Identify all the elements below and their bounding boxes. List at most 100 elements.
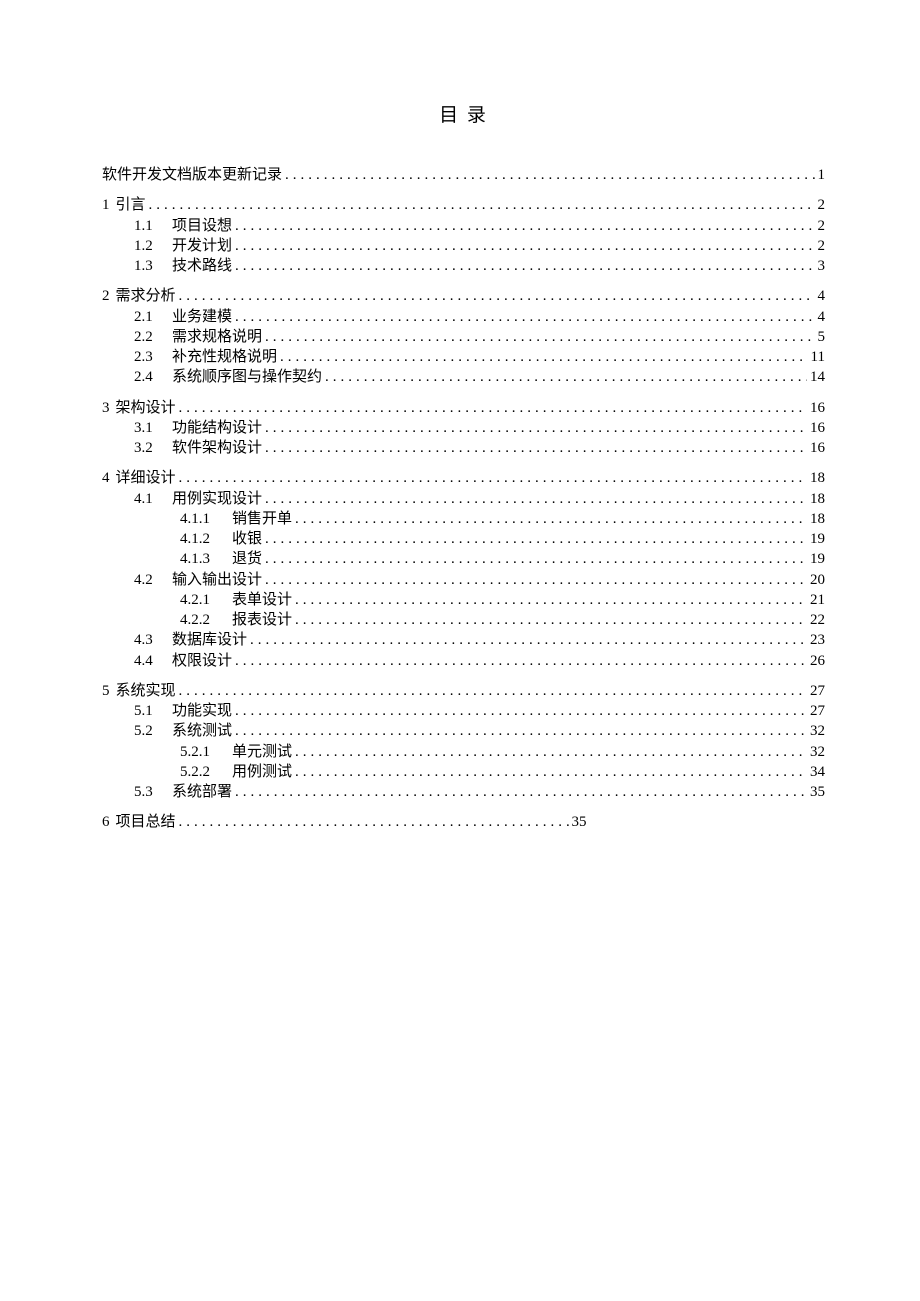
toc-entry-text: 功能结构设计: [172, 420, 262, 436]
toc-entry-page: 35: [810, 782, 825, 802]
toc-entry-label: 4.4权限设计: [134, 651, 232, 671]
toc-entry-text: 用例测试: [232, 764, 292, 780]
toc-group: 6项目总结35: [102, 812, 825, 832]
toc-entry: 4.2.2报表设计22: [102, 610, 825, 630]
toc-entry: 5.1功能实现 27: [102, 701, 825, 721]
toc-entry-page: 2: [818, 236, 826, 256]
toc-entry: 6项目总结35: [102, 812, 825, 832]
toc-leader-dots: [325, 367, 807, 387]
toc-entry-page: 2: [818, 216, 826, 236]
toc-leader-dots: [179, 681, 807, 701]
toc-entry-text: 权限设计: [172, 653, 232, 669]
toc-leader-dots: [235, 651, 807, 671]
toc-entry-page: 11: [811, 347, 825, 367]
toc-entry: 1.3技术路线3: [102, 256, 825, 276]
toc-entry-text: 功能实现: [172, 703, 232, 719]
toc-entry: 2.2需求规格说明5: [102, 327, 825, 347]
toc-entry: 2.1业务建模 4: [102, 307, 825, 327]
toc-entry-number: 5.1: [134, 701, 172, 721]
toc-entry-number: 2: [102, 286, 110, 306]
toc-group: 5系统实现275.1功能实现275.2系统测试325.2.1单元测试325.2.…: [102, 681, 825, 803]
toc-entry-page: 16: [810, 438, 825, 458]
toc-entry-text: 业务建模: [172, 309, 232, 325]
toc-entry-label: 6项目总结: [102, 812, 176, 832]
toc-leader-dots: [295, 610, 807, 630]
toc-entry-label: 4.1.2收银: [180, 529, 262, 549]
toc-entry-page: 4: [818, 307, 826, 327]
toc-entry-text: 项目设想: [172, 218, 232, 234]
toc-entry-label: 4 详细设计: [102, 468, 176, 488]
toc-entry-number: 4.1.3: [180, 549, 232, 569]
toc-entry-page: 19: [810, 549, 825, 569]
toc-entry-page: 23: [810, 630, 825, 650]
toc-entry-label: 5.1功能实现: [134, 701, 232, 721]
toc-entry-text: 输入输出设计: [172, 572, 262, 588]
toc-entry-page: 16: [810, 418, 825, 438]
toc-entry-label: 3.2软件架构设计: [134, 438, 262, 458]
toc-entry-label: 2 需求分析: [102, 286, 176, 306]
toc-entry-page: 32: [810, 721, 825, 741]
toc-entry-text: 系统测试: [172, 723, 232, 739]
toc-entry-number: 3.2: [134, 438, 172, 458]
toc-entry-page: 18: [810, 509, 825, 529]
toc-entry-number: 5.2: [134, 721, 172, 741]
toc-leader-dots: [235, 307, 814, 327]
toc-entry-text: 详细设计: [116, 470, 176, 486]
toc-entry-page: 27: [810, 701, 825, 721]
toc-entry: 3.2软件架构设计 16: [102, 438, 825, 458]
toc-leader-dots: [265, 549, 807, 569]
toc-entry-number: 3.1: [134, 418, 172, 438]
toc-group: 3架构设计 16 3.1功能结构设计 16 3.2软件架构设计 16: [102, 398, 825, 459]
toc-entry: 5.2系统测试 32: [102, 721, 825, 741]
toc-entry-number: 1.2: [134, 236, 172, 256]
toc-entry-text: 表单设计: [232, 592, 292, 608]
toc-entry-label: 3架构设计: [102, 398, 176, 418]
toc-entry: 4.4权限设计26: [102, 651, 825, 671]
toc-leader-dots: [265, 489, 807, 509]
toc-entry-number: 4.4: [134, 651, 172, 671]
toc-entry-text: 项目总结: [116, 814, 176, 830]
toc-entry: 3架构设计 16: [102, 398, 825, 418]
toc-leader-dots: [265, 529, 807, 549]
toc-leader-dots: [149, 195, 815, 215]
toc-leader-dots: [179, 286, 815, 306]
toc-entry-text: 退货: [232, 551, 262, 567]
toc-entry-label: 4.1.1销售开单: [180, 509, 292, 529]
toc-entry: 2 需求分析 4: [102, 286, 825, 306]
toc-group: 4详细设计184.1用例实现设计184.1.1销售开单184.1.2收银194.…: [102, 468, 825, 671]
toc-entry-text: 需求分析: [116, 288, 176, 304]
toc-entry-page: 20: [810, 570, 825, 590]
toc-entry-number: 5.3: [134, 782, 172, 802]
toc-entry: 1.2开发计划 2: [102, 236, 825, 256]
toc-entry-number: 2.3: [134, 347, 172, 367]
toc-entry-text: 系统部署: [172, 784, 232, 800]
toc-entry-text: 开发计划: [172, 238, 232, 254]
toc-leader-dots: [179, 468, 807, 488]
toc-leader-dots: [250, 630, 807, 650]
toc-entry: 3.1功能结构设计 16: [102, 418, 825, 438]
toc-group: 2需求分析42.1业务建模42.2需求规格说明52.3补充性规格说明112.4系…: [102, 286, 825, 387]
toc-leader-dots: [235, 236, 814, 256]
toc-entry-label: 4.2.2报表设计: [180, 610, 292, 630]
toc-title: 目 录: [102, 100, 825, 127]
toc-entry: 5系统实现27: [102, 681, 825, 701]
toc-entry-label: 1.3技术路线: [134, 256, 232, 276]
toc-entry-number: 5.2.1: [180, 742, 232, 762]
toc-entry-text: 需求规格说明: [172, 329, 262, 345]
toc-entry: 5.2.2用例测试34: [102, 762, 825, 782]
toc-entry-page: 4: [818, 286, 826, 306]
toc-entry-page: 18: [810, 489, 825, 509]
toc-entry-page: 18: [810, 468, 825, 488]
toc-entry-number: 4: [102, 468, 110, 488]
toc-entry-text: 补充性规格说明: [172, 349, 277, 365]
toc-entry-number: 2.1: [134, 307, 172, 327]
toc-leader-dots: [280, 347, 808, 367]
toc-entry-label: 1.1项目设想: [134, 216, 232, 236]
toc-group: 1引言21.1项目设想21.2开发计划21.3技术路线3: [102, 195, 825, 276]
toc-entry-page: 1: [818, 165, 826, 185]
toc-entry-page: 16: [810, 398, 825, 418]
toc-entry: 1引言2: [102, 195, 825, 215]
toc-leader-dots: [285, 165, 814, 185]
toc-entry: 1.1项目设想 2: [102, 216, 825, 236]
toc-entry-number: 2.4: [134, 367, 172, 387]
